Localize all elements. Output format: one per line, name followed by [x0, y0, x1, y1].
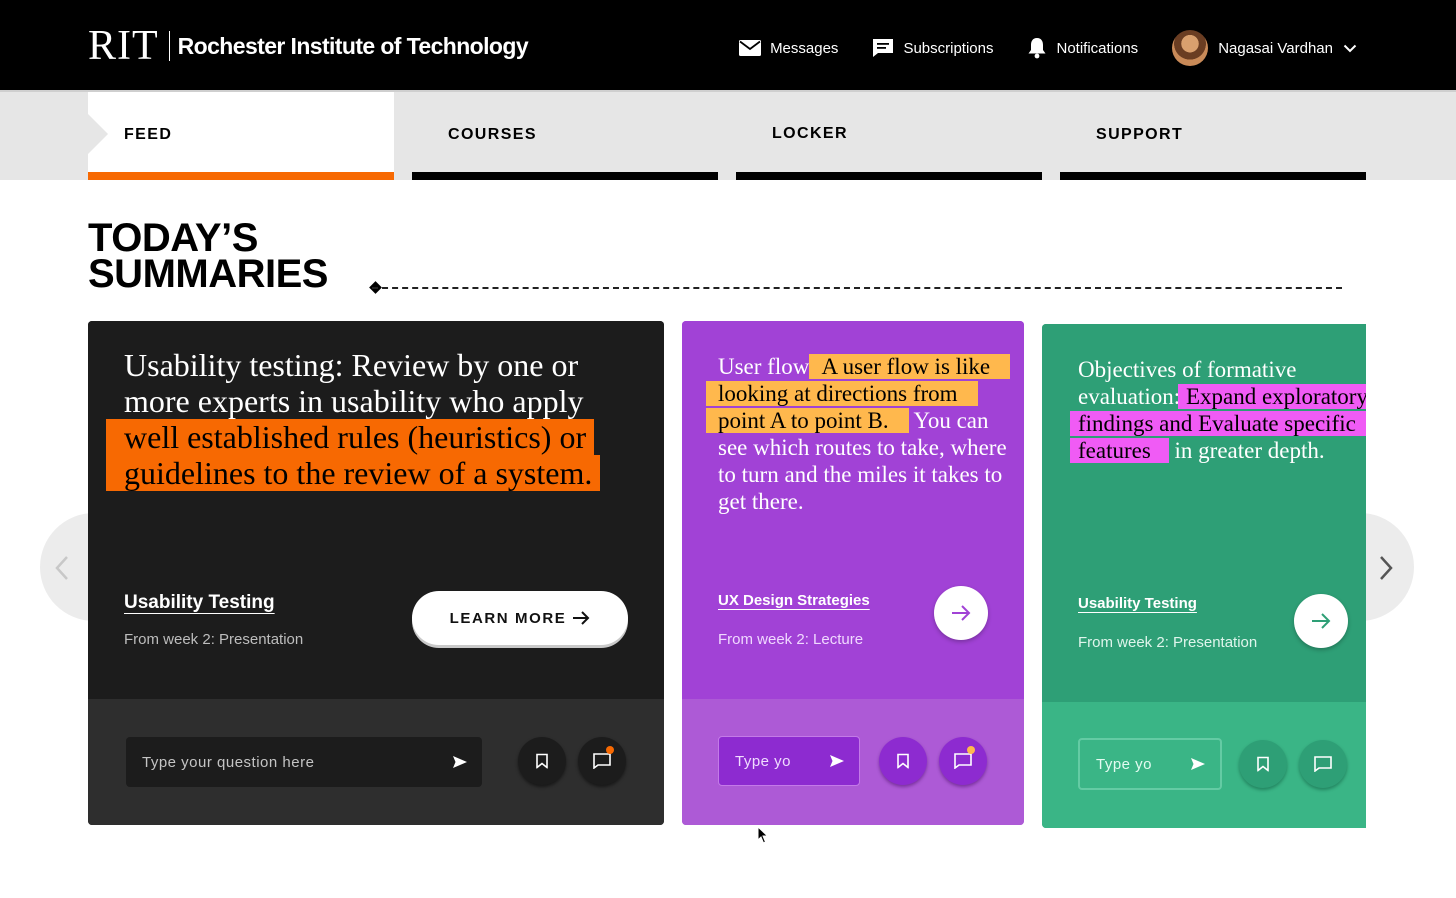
section-title: TODAY’S SUMMARIES: [88, 218, 328, 294]
question-box: [718, 736, 860, 786]
new-comment-badge: [967, 746, 975, 754]
week-source: From week 2: Lecture: [718, 631, 864, 648]
open-summary-button[interactable]: [934, 586, 988, 640]
chat-icon: [873, 39, 894, 57]
summary-card-usability-testing: Usability testing: Review by one or more…: [88, 321, 664, 825]
course-link[interactable]: Usability Testing: [1078, 595, 1197, 612]
comment-icon: [1314, 756, 1332, 772]
question-box: [1078, 738, 1222, 790]
messages-label: Messages: [770, 39, 839, 57]
send-icon[interactable]: [452, 755, 468, 769]
arrow-right-icon: [1312, 613, 1331, 629]
quote-highlight: well established rules (heuristics) or g…: [106, 419, 601, 491]
card-body: User flow: A user flow is like looking a…: [682, 321, 1024, 699]
card-body: Objectives of formative evaluation: Expa…: [1042, 324, 1366, 702]
quote-text: User flow:: [718, 354, 816, 379]
comment-button[interactable]: [578, 737, 626, 785]
tab-courses[interactable]: COURSES: [412, 92, 718, 180]
bell-icon: [1028, 38, 1046, 59]
top-nav: Messages Subscriptions Notifications Nag…: [739, 28, 1366, 68]
comment-icon: [593, 753, 611, 769]
main-tabs: FEED COURSES LOCKER SUPPORT: [0, 90, 1456, 180]
tab-locker[interactable]: LOCKER: [736, 92, 1042, 180]
quote-tail: in greater depth.: [1174, 438, 1325, 463]
user-menu[interactable]: Nagasai Vardhan: [1172, 30, 1366, 66]
question-input[interactable]: [126, 737, 482, 787]
bookmark-icon: [1257, 756, 1269, 772]
user-name: Nagasai Vardhan: [1218, 39, 1333, 57]
comment-button[interactable]: [1299, 740, 1347, 788]
comment-icon: [954, 753, 972, 769]
card-footer: [88, 699, 664, 825]
logo-mark: RIT: [88, 23, 159, 69]
bookmark-button[interactable]: [1239, 740, 1287, 788]
quote-text: Usability testing: Review by one or more…: [124, 347, 584, 419]
comment-button[interactable]: [939, 737, 987, 785]
arrow-right-icon: [573, 611, 590, 625]
course-link[interactable]: UX Design Strategies: [718, 592, 870, 609]
tab-indicator: [1060, 172, 1366, 180]
tab-label: SUPPORT: [1096, 126, 1184, 143]
top-header: RIT Rochester Institute of Technology Me…: [0, 0, 1456, 90]
send-icon[interactable]: [1190, 757, 1206, 771]
chevron-left-icon: [55, 556, 68, 580]
subscriptions-label: Subscriptions: [903, 39, 994, 57]
avatar: [1172, 30, 1209, 66]
tab-label: LOCKER: [772, 125, 848, 142]
logo-text: Rochester Institute of Technology: [177, 33, 529, 59]
section-title-line2: SUMMARIES: [88, 252, 328, 296]
section-divider: [372, 287, 1342, 289]
tab-indicator: [412, 172, 718, 180]
tab-feed[interactable]: FEED: [88, 92, 394, 180]
week-source: From week 2: Presentation: [124, 631, 304, 648]
learn-more-label: LEARN MORE: [449, 609, 567, 627]
messages-link[interactable]: Messages: [739, 40, 838, 57]
card-footer: [682, 699, 1024, 825]
bookmark-icon: [536, 753, 548, 769]
summary-card-formative-evaluation: Objectives of formative evaluation: Expa…: [1042, 324, 1366, 828]
tab-support[interactable]: SUPPORT: [1060, 92, 1366, 180]
send-icon[interactable]: [829, 754, 845, 768]
bookmark-icon: [897, 753, 909, 769]
tab-label: FEED: [124, 126, 173, 143]
envelope-icon: [739, 40, 762, 56]
learn-more-button[interactable]: LEARN MORE: [412, 591, 628, 645]
card-footer: [1042, 702, 1366, 828]
notifications-link[interactable]: Notifications: [1027, 37, 1138, 59]
chevron-down-icon: [1343, 44, 1357, 52]
tab-label: COURSES: [448, 126, 537, 143]
open-summary-button[interactable]: [1294, 594, 1348, 648]
bookmark-button[interactable]: [518, 737, 566, 785]
card-quote: Objectives of formative evaluation: Expa…: [1070, 356, 1366, 464]
tab-indicator: [88, 172, 394, 180]
course-link[interactable]: Usability Testing: [124, 592, 275, 614]
card-body: Usability testing: Review by one or more…: [88, 321, 664, 699]
new-comment-badge: [606, 746, 614, 754]
rit-logo[interactable]: RIT Rochester Institute of Technology: [88, 23, 529, 69]
tab-indicator: [736, 172, 1042, 180]
notifications-label: Notifications: [1056, 39, 1139, 57]
subscriptions-link[interactable]: Subscriptions: [872, 38, 993, 58]
question-box: [126, 737, 482, 787]
card-quote: User flow: A user flow is like looking a…: [706, 353, 1011, 515]
mouse-cursor-icon: [757, 826, 769, 844]
card-quote: Usability testing: Review by one or more…: [106, 347, 624, 491]
chevron-right-icon: [1380, 556, 1393, 580]
arrow-right-icon: [952, 605, 971, 621]
logo-divider: [168, 31, 170, 61]
week-source: From week 2: Presentation: [1078, 634, 1258, 651]
summary-card-ux-design-strategies: User flow: A user flow is like looking a…: [682, 321, 1024, 825]
bookmark-button[interactable]: [879, 737, 927, 785]
